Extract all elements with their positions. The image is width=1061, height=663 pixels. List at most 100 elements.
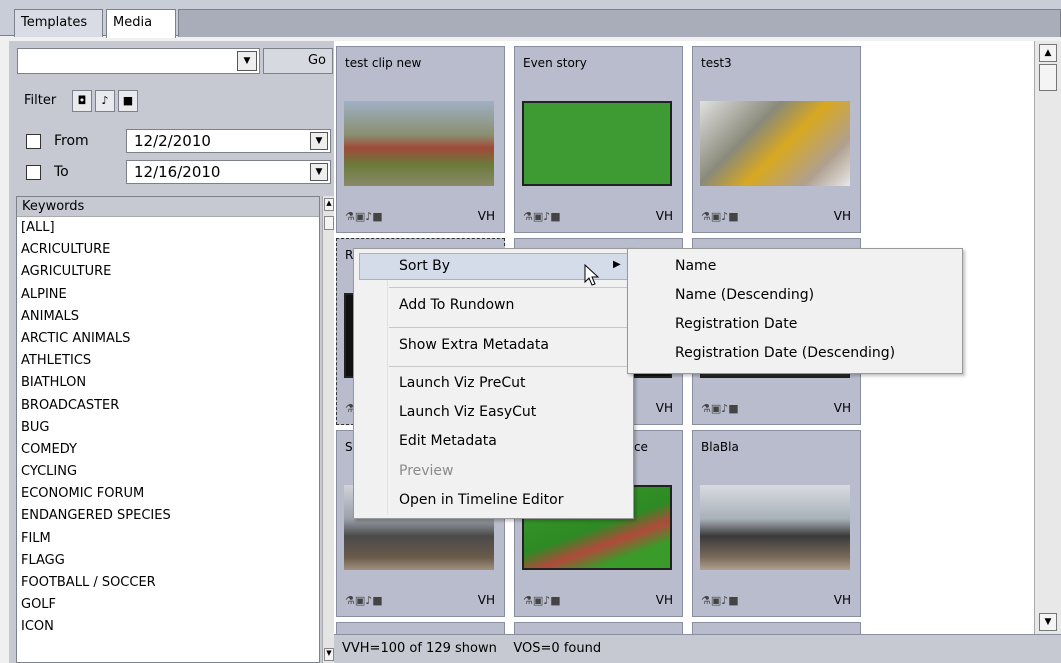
media-card[interactable]: test clip new ⚗▣♪■ VH [336,46,505,233]
media-type-icons: ⚗▣♪■ [701,594,739,607]
to-label: To [54,164,69,180]
list-item[interactable]: BIATHLON [17,372,319,394]
keyword-list[interactable]: Keywords [ALL] ACRICULTURE AGRICULTURE A… [16,196,320,663]
chevron-down-icon[interactable]: ▼ [310,132,328,150]
list-item[interactable]: BUG [17,417,319,439]
vh-badge: VH [833,209,851,223]
media-type-icons: ⚗▣♪■ [345,594,383,607]
menu-gutter [387,253,388,514]
to-checkbox[interactable] [26,165,41,180]
list-item[interactable]: ANIMALS [17,306,319,328]
submenu-arrow-icon: ▶ [613,259,621,270]
card-title: S [345,440,353,454]
to-date-value: 12/16/2010 [134,163,221,181]
media-type-icons: ⚗▣♪■ [701,402,739,415]
menu-item-sort-by[interactable]: Sort By [399,258,450,274]
menu-separator [389,366,631,367]
status-bar: VVH=100 of 129 shown VOS=0 found [334,634,1061,663]
tab-media[interactable]: Media [106,9,176,38]
status-shown: VVH=100 of 129 shown [342,641,497,656]
to-date-field[interactable]: 12/16/2010 ▼ [126,160,331,184]
list-item[interactable]: ATHLETICS [17,350,319,372]
list-item[interactable]: ICON [17,616,319,638]
filter-label: Filter [24,93,57,108]
filter-panel: ▼ Go Filter ◘ ♪ ■ From 12/2/2010 ▼ To 12… [9,41,335,663]
media-card-partial [336,622,505,634]
media-card-partial [514,622,683,634]
office-thumbnail [700,485,850,570]
from-date-value: 12/2/2010 [134,132,211,150]
vh-badge: VH [655,401,673,415]
chevron-down-icon[interactable]: ▼ [237,51,257,71]
search-combo[interactable]: ▼ [17,48,260,74]
stadium-thumbnail [344,101,494,186]
list-item[interactable]: FOOTBALL / SOCCER [17,572,319,594]
mouse-cursor-icon [584,264,600,286]
list-item[interactable]: GOLF [17,594,319,616]
grid-scrollbar[interactable]: ▲ ▼ [1034,41,1061,634]
list-item[interactable]: FLAGG [17,550,319,572]
from-label: From [54,133,89,149]
scroll-up-icon[interactable]: ▲ [1039,44,1057,62]
list-item[interactable]: COMEDY [17,439,319,461]
vh-badge: VH [477,209,495,223]
workshop-thumbnail [700,101,850,186]
card-title: BlaBla [701,440,739,454]
media-type-icons: ⚗▣♪■ [701,210,739,223]
card-title: Even story [523,56,587,70]
soccer-thumbnail [522,101,672,186]
submenu-item-name-desc[interactable]: Name (Descending) [675,287,814,303]
list-item[interactable]: ACRICULTURE [17,239,319,261]
menu-item-show-extra-metadata[interactable]: Show Extra Metadata [399,337,549,353]
media-card-partial [692,622,861,634]
menu-item-edit-metadata[interactable]: Edit Metadata [399,433,497,449]
menu-item-open-timeline-editor[interactable]: Open in Timeline Editor [399,492,563,508]
submenu-item-reg-date[interactable]: Registration Date [675,316,797,332]
vh-badge: VH [833,593,851,607]
submenu-item-reg-date-desc[interactable]: Registration Date (Descending) [675,345,895,361]
card-title: test clip new [345,56,422,70]
vh-badge: VH [833,401,851,415]
list-item[interactable]: ECONOMIC FORUM [17,483,319,505]
status-found: VOS=0 found [513,641,602,656]
scroll-thumb[interactable] [1039,64,1057,91]
tab-templates[interactable]: Templates [14,9,103,37]
camera-icon[interactable]: ◘ [72,90,92,112]
menu-item-preview: Preview [399,463,454,479]
scroll-down-icon[interactable]: ▼ [1039,613,1057,631]
media-card[interactable]: Even story ⚗▣♪■ VH [514,46,683,233]
scroll-up-icon[interactable]: ▲ [324,198,334,211]
vh-badge: VH [655,593,673,607]
list-item[interactable]: [ALL] [17,217,319,239]
scroll-down-icon[interactable]: ▼ [324,648,334,661]
list-item[interactable]: ALPINE [17,284,319,306]
vh-badge: VH [477,593,495,607]
video-icon[interactable]: ■ [118,90,138,112]
list-item[interactable]: ENDANGERED SPECIES [17,505,319,527]
sort-submenu: Name Name (Descending) Registration Date… [627,248,963,374]
menu-item-launch-easycut[interactable]: Launch Viz EasyCut [399,404,536,420]
from-checkbox[interactable] [26,134,41,149]
list-item[interactable]: FILM [17,528,319,550]
media-type-icons: ⚗▣♪■ [345,210,383,223]
tab-bar: Templates Media [0,0,1061,38]
context-menu: Sort By ▶ Add To Rundown Show Extra Meta… [353,248,634,519]
from-date-field[interactable]: 12/2/2010 ▼ [126,129,331,153]
list-item[interactable]: CYCLING [17,461,319,483]
media-type-icons: ⚗▣♪■ [523,594,561,607]
list-item[interactable]: AGRICULTURE [17,261,319,283]
vh-badge: VH [655,209,673,223]
media-card[interactable]: test3 ⚗▣♪■ VH [692,46,861,233]
submenu-item-name[interactable]: Name [675,258,716,274]
menu-item-launch-precut[interactable]: Launch Viz PreCut [399,375,526,391]
scroll-thumb[interactable] [324,216,334,230]
list-item[interactable]: ARCTIC ANIMALS [17,328,319,350]
keywords-header: Keywords [17,197,319,217]
music-icon[interactable]: ♪ [95,90,115,112]
chevron-down-icon[interactable]: ▼ [310,163,328,181]
list-item[interactable]: BROADCASTER [17,395,319,417]
menu-item-add-to-rundown[interactable]: Add To Rundown [399,297,514,313]
go-button[interactable]: Go [263,48,333,74]
menu-separator [389,327,631,328]
media-card[interactable]: BlaBla ⚗▣♪■ VH [692,430,861,617]
